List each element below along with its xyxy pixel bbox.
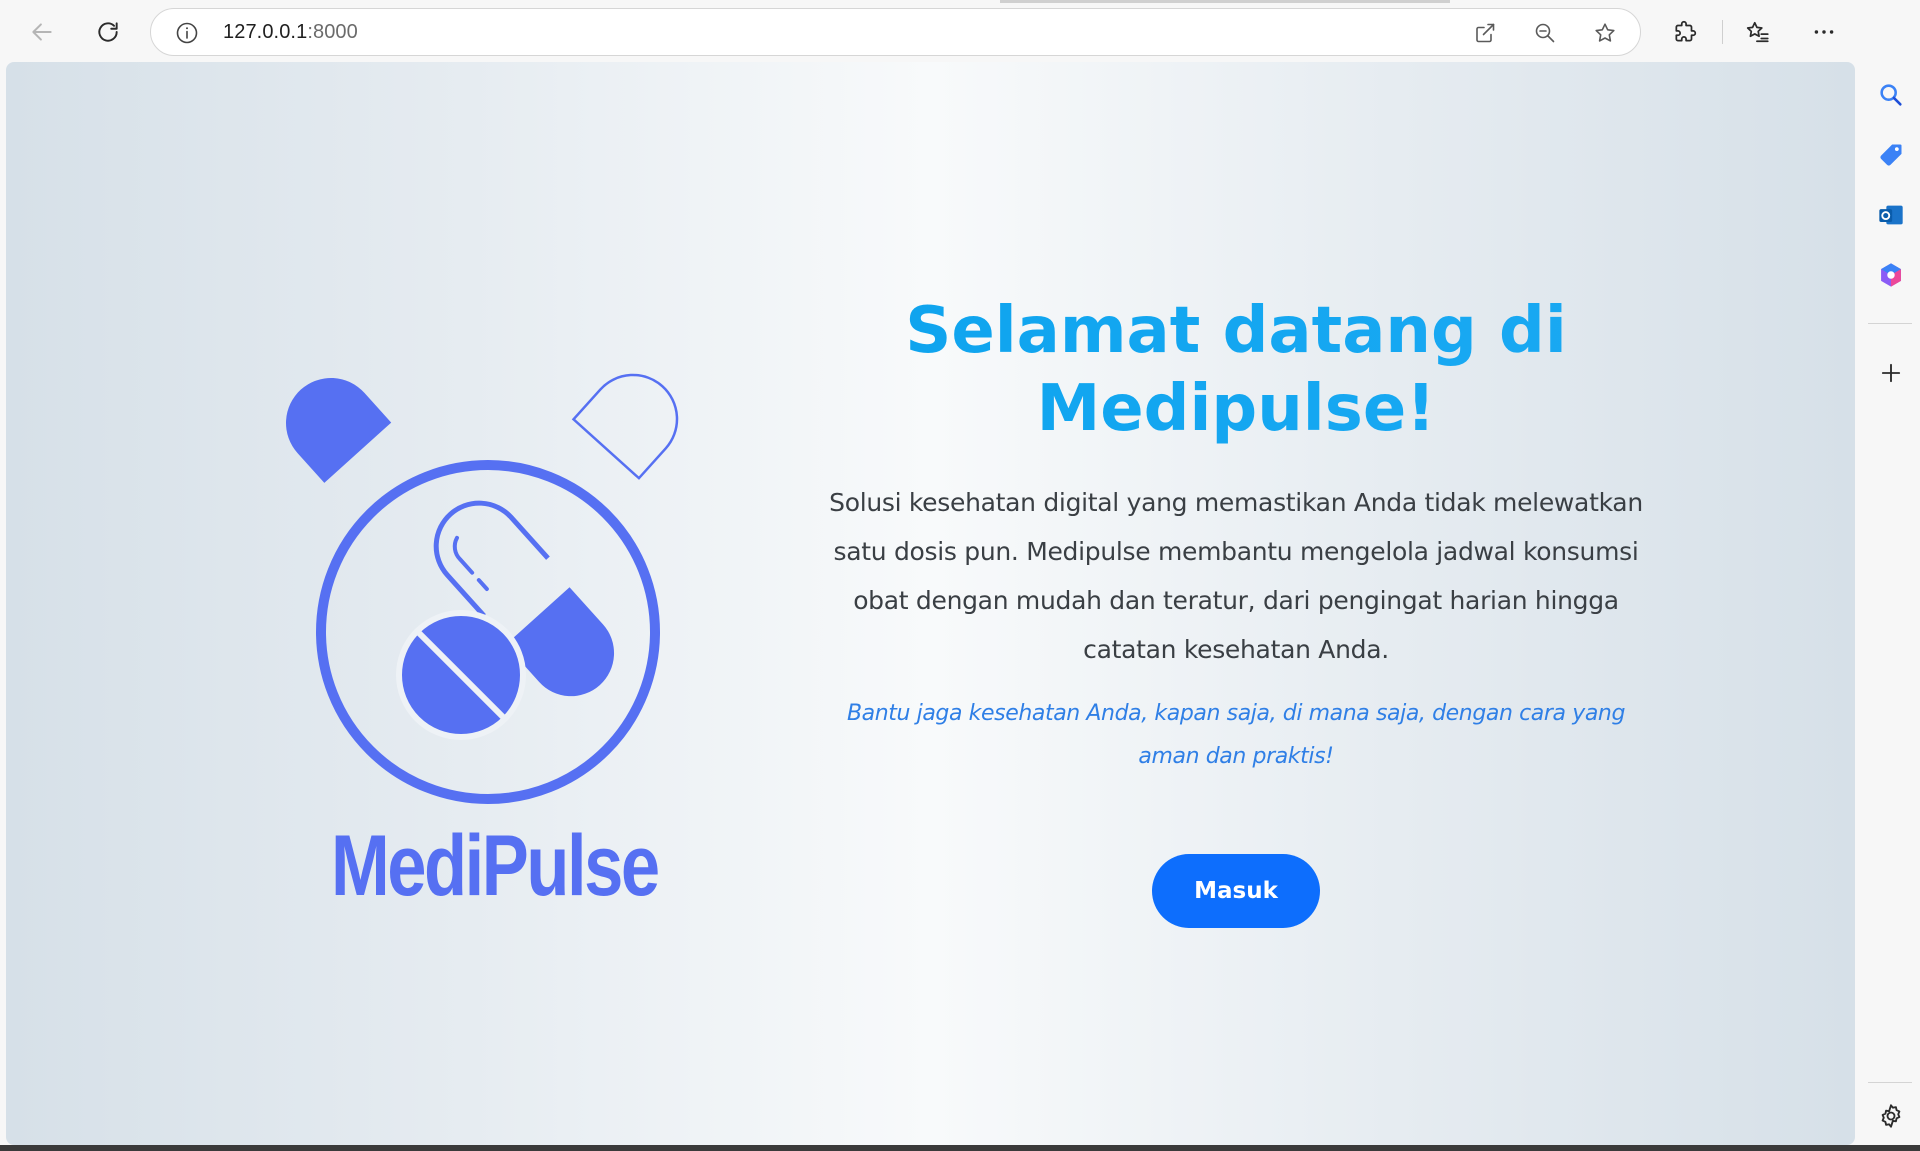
open-external-icon[interactable]: [1469, 17, 1501, 49]
address-bar[interactable]: 127.0.0.1:8000: [150, 8, 1641, 56]
pill-clock-icon: [286, 373, 679, 804]
search-icon[interactable]: [1872, 76, 1910, 114]
url-port: :8000: [307, 21, 358, 43]
zoom-out-icon[interactable]: [1529, 17, 1561, 49]
refresh-icon[interactable]: [88, 12, 128, 52]
sidebar-divider-bottom: [1868, 1082, 1912, 1083]
add-icon[interactable]: [1872, 354, 1910, 392]
favorites-list-icon[interactable]: [1738, 12, 1778, 52]
settings-icon[interactable]: [1872, 1097, 1910, 1135]
more-dots-icon[interactable]: [1804, 12, 1844, 52]
browser-toolbar: 127.0.0.1:8000: [0, 0, 1920, 63]
brand-name: MediPulse: [331, 818, 660, 914]
back-arrow-icon[interactable]: [22, 12, 62, 52]
login-button[interactable]: Masuk: [1152, 854, 1320, 928]
page-title: Selamat datang di Medipulse!: [841, 292, 1631, 448]
star-icon[interactable]: [1589, 17, 1621, 49]
shopping-tag-icon[interactable]: [1872, 136, 1910, 174]
page-load-indicator: [1000, 0, 1450, 3]
info-icon[interactable]: [173, 19, 201, 47]
medipulse-logo: MediPulse: [271, 357, 711, 917]
microsoft365-icon[interactable]: [1872, 256, 1910, 294]
url-text[interactable]: 127.0.0.1:8000: [223, 21, 358, 44]
hero-description: Solusi kesehatan digital yang memastikan…: [829, 488, 1643, 664]
outlook-icon[interactable]: [1872, 196, 1910, 234]
url-host: 127.0.0.1: [223, 21, 308, 43]
hero-tagline: Bantu jaga kesehatan Anda, kapan saja, d…: [846, 701, 1626, 769]
window-bottom-edge: [0, 1145, 1920, 1151]
hero-section: Selamat datang di Medipulse! Solusi kese…: [826, 292, 1646, 928]
browser-sidebar: [1862, 0, 1920, 1151]
toolbar-divider: [1722, 20, 1723, 44]
page-viewport: MediPulse Selamat datang di Medipulse! S…: [6, 62, 1855, 1145]
puzzle-icon[interactable]: [1665, 12, 1705, 52]
sidebar-divider: [1868, 323, 1912, 324]
